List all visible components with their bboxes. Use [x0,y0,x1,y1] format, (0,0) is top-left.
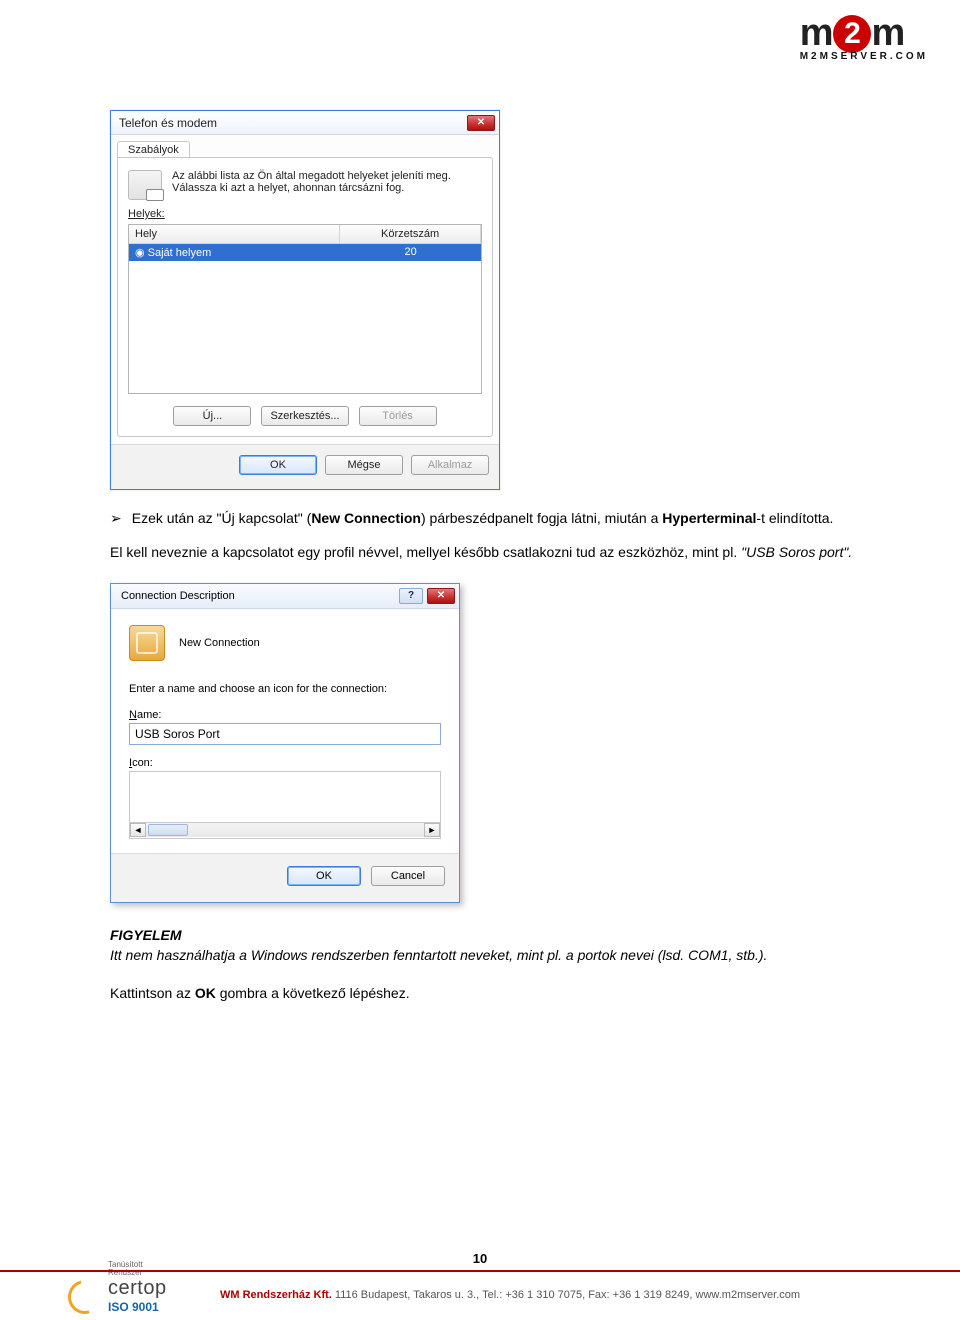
text: Kattintson az [110,985,195,1001]
list-item[interactable]: Saját helyem 20 [129,244,481,261]
cancel-button[interactable]: Mégse [325,455,403,475]
text: -t elindította. [756,510,833,526]
text: El kell neveznie a kapcsolatot egy profi… [110,544,737,560]
company-logo: m 2 m M2MSERVER.COM [800,12,928,62]
text-italic: "USB Soros port". [741,544,852,560]
scroll-left-icon[interactable]: ◄ [130,823,146,837]
text-bold: Hyperterminal [662,510,756,526]
logo-subtitle: M2MSERVER.COM [800,51,928,62]
scrollbar[interactable]: ◄ ► [129,823,441,839]
dialog-title: Connection Description [121,590,235,602]
tab-rules[interactable]: Szabályok [117,141,190,158]
cancel-button[interactable]: Cancel [371,866,445,886]
column-areacode[interactable]: Körzetszám [340,225,481,243]
bullet-icon: ➢ [110,508,122,528]
locations-label: Helyek: [128,208,165,220]
delete-button: Törlés [359,406,437,426]
footer-text: 1116 Budapest, Takaros u. 3., Tel.: +36 … [335,1289,800,1301]
text-bold-italic: FIGYELEM [110,927,182,943]
closing-paragraph: Kattintson az OK gombra a következő lépé… [110,983,875,1003]
edit-button[interactable]: Szerkesztés... [261,406,348,426]
text: ) párbeszédpanelt fogja látni, miután a [421,510,662,526]
logo-circle: 2 [833,15,871,53]
dialog-heading: New Connection [179,637,260,649]
text-bold: OK [195,985,216,1001]
phone-icon [129,625,165,661]
row-location: Saját helyem [148,247,212,259]
logo-letter: m [872,12,904,55]
icon-picker[interactable] [129,771,441,823]
column-location[interactable]: Hely [129,225,340,243]
icon-label: Icon: [129,757,441,769]
close-icon[interactable]: ✕ [427,588,455,604]
dialog-prompt: Enter a name and choose an icon for the … [129,683,441,695]
modem-icon [128,170,162,200]
bullet-paragraph: ➢ Ezek után az "Új kapcsolat" (New Conne… [110,508,875,528]
close-icon[interactable]: ✕ [467,115,495,131]
help-icon[interactable]: ? [399,588,423,604]
apply-button: Alkalmaz [411,455,489,475]
scroll-thumb[interactable] [148,824,188,836]
ok-button[interactable]: OK [239,455,317,475]
paragraph: El kell neveznie a kapcsolatot egy profi… [110,542,875,562]
new-button[interactable]: Új... [173,406,251,426]
text-bold: New Connection [311,510,421,526]
name-label: Name: [129,709,441,721]
logo-letter: m [800,12,832,55]
scroll-right-icon[interactable]: ► [424,823,440,837]
text: gombra a következő lépéshez. [216,985,410,1001]
row-areacode: 20 [340,244,481,261]
name-input[interactable] [129,723,441,745]
attention-heading: FIGYELEM [110,925,875,945]
ok-button[interactable]: OK [287,866,361,886]
attention-body: Itt nem használhatja a Windows rendszerb… [110,945,875,965]
phone-modem-dialog: Telefon és modem ✕ Szabályok Az alábbi l… [110,110,500,490]
dialog-description: Az alábbi lista az Ön által megadott hel… [172,170,482,194]
connection-description-dialog: Connection Description ? ✕ New Connectio… [110,583,460,903]
locations-list[interactable]: Hely Körzetszám Saját helyem 20 [128,224,482,394]
page-footer: WM Rendszerház Kft. 1116 Budapest, Takar… [0,1270,960,1318]
dialog-title: Telefon és modem [119,116,217,130]
text: Ezek után az "Új kapcsolat" ( [132,510,312,526]
